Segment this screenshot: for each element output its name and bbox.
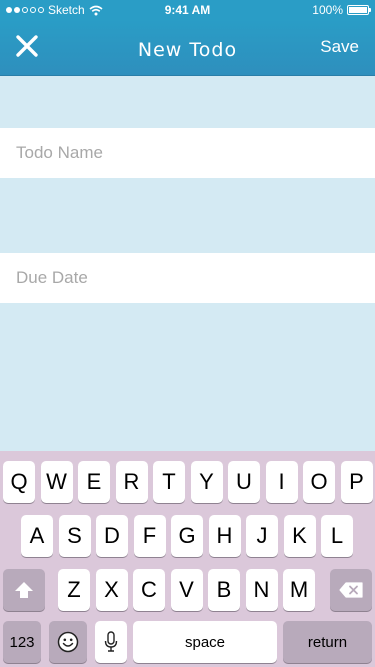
key-z[interactable]: Z <box>58 569 90 611</box>
microphone-icon <box>104 631 118 652</box>
key-g[interactable]: G <box>171 515 203 557</box>
key-u[interactable]: U <box>228 461 260 503</box>
battery-icon <box>347 5 371 15</box>
key-i[interactable]: I <box>265 461 298 503</box>
todo-name-input[interactable] <box>0 128 375 178</box>
key-q[interactable]: Q <box>3 461 35 503</box>
microphone-key[interactable] <box>95 621 127 663</box>
key-p[interactable]: P <box>340 461 373 503</box>
navigation-bar: New Todo Save <box>0 20 375 76</box>
emoji-icon <box>57 631 79 653</box>
key-l[interactable]: L <box>321 515 353 557</box>
key-r[interactable]: R <box>115 461 148 503</box>
page-title: New Todo <box>137 39 238 61</box>
key-c[interactable]: C <box>133 569 165 611</box>
status-bar-right: 100% <box>312 3 371 17</box>
key-j[interactable]: J <box>246 515 278 557</box>
key-x[interactable]: X <box>95 569 128 611</box>
numbers-key[interactable]: 123 <box>3 621 41 663</box>
key-a[interactable]: A <box>21 515 53 557</box>
shift-key[interactable] <box>3 569 45 611</box>
key-v[interactable]: V <box>170 569 203 611</box>
battery-percent: 100% <box>312 3 343 17</box>
key-s[interactable]: S <box>58 515 91 557</box>
key-y[interactable]: Y <box>190 461 223 503</box>
save-button[interactable]: Save <box>320 37 359 57</box>
key-n[interactable]: N <box>245 569 278 611</box>
key-t[interactable]: T <box>153 461 185 503</box>
key-e[interactable]: E <box>78 461 110 503</box>
key-o[interactable]: O <box>303 461 335 503</box>
return-key[interactable]: return <box>283 621 372 663</box>
keyboard: Q W E R T Y U I O P A S D F G H J K L Z X C V B N M 123 space return <box>0 451 375 667</box>
key-d[interactable]: D <box>96 515 128 557</box>
delete-key[interactable] <box>330 569 372 611</box>
emoji-key[interactable] <box>49 621 87 663</box>
due-date-input[interactable] <box>0 253 375 303</box>
space-key[interactable]: space <box>133 621 277 663</box>
shift-arrow-icon <box>15 582 33 598</box>
key-f[interactable]: F <box>133 515 166 557</box>
backspace-icon <box>339 582 363 598</box>
key-m[interactable]: M <box>283 569 315 611</box>
status-bar: Sketch 9:41 AM 100% <box>0 0 375 20</box>
key-h[interactable]: H <box>208 515 241 557</box>
key-b[interactable]: B <box>208 569 240 611</box>
key-k[interactable]: K <box>283 515 316 557</box>
key-w[interactable]: W <box>40 461 73 503</box>
